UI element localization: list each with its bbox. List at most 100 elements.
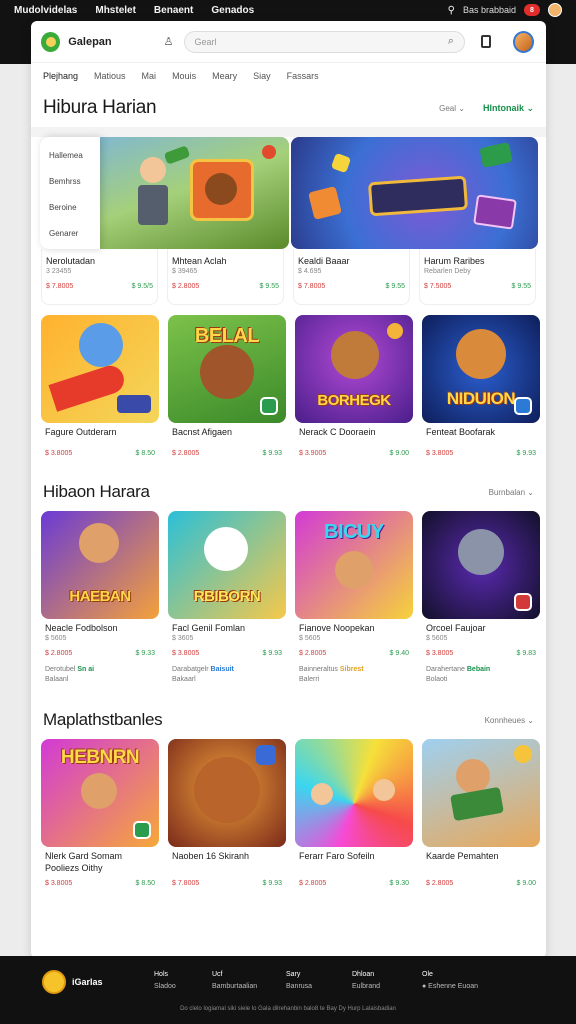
sale-price: $ 9.93 bbox=[262, 650, 282, 657]
game-card[interactable]: Kaarde Pemahten $ 2.8005 $ 9.00 bbox=[422, 739, 540, 891]
game-card[interactable]: Naoben 16 Skiranh $ 7.8005 $ 9.93 bbox=[168, 739, 286, 891]
game-card[interactable]: NIDUION Fenteat Boofarak $ 3.8005 $ 9.93 bbox=[422, 315, 540, 461]
game-card[interactable]: BICUY Fianove Noopekan $ 5605 $ 2.8005 $ … bbox=[295, 511, 413, 685]
game-thumbnail: NIDUION bbox=[422, 315, 540, 423]
character-icon bbox=[79, 523, 119, 563]
character-icon bbox=[456, 329, 506, 379]
game-title: Nerack C Dooraein bbox=[299, 427, 376, 437]
character-icon bbox=[335, 551, 373, 589]
game-card[interactable]: Nerolutadan 3 23455 $ 7.8005 $ 9.5/5 bbox=[41, 249, 158, 305]
footer-column: Hols Sladoo bbox=[154, 969, 176, 993]
game-card[interactable]: Ferarr Faro Sofeiln $ 2.8005 $ 9.30 bbox=[295, 739, 413, 891]
nav-item[interactable]: Fassars bbox=[287, 71, 319, 81]
game-card[interactable]: Mhtean Aclah $ 39465 $ 2.8005 $ 9.55 bbox=[167, 249, 284, 305]
footer-brand[interactable]: iGarlas bbox=[42, 970, 103, 994]
hero-image-right[interactable] bbox=[291, 137, 538, 249]
game-info: Facl Genil Fomlan $ 3605 $ 3.8005 $ 9.93 … bbox=[168, 619, 286, 685]
nav-item[interactable]: Siay bbox=[253, 71, 271, 81]
sort-dropdown[interactable]: Burnbalan ⌄ bbox=[489, 488, 534, 497]
top-right-text[interactable]: Bas brabbaid bbox=[463, 5, 516, 15]
game-subtitle: $ 5605 bbox=[45, 635, 67, 642]
sale-price: $ 9.40 bbox=[389, 650, 409, 657]
sort-dropdown[interactable]: Konnheues ⌄ bbox=[485, 716, 534, 725]
footer-column: Ucf Bamburtaalian bbox=[212, 969, 257, 993]
top-links: Mudolvidelas Mhstelet Benaent Genados bbox=[14, 5, 254, 16]
nav-item[interactable]: Mouis bbox=[172, 71, 196, 81]
character-icon bbox=[311, 783, 333, 805]
game-logo-text: BELAL bbox=[194, 325, 260, 347]
category-item[interactable]: Hallemea bbox=[40, 143, 100, 169]
user-icon[interactable]: ♙ bbox=[164, 35, 174, 48]
category-item[interactable]: Genarer bbox=[40, 221, 100, 247]
game-info: Nerack C Dooraein $ 3.9005 $ 9.00 bbox=[295, 423, 413, 461]
footer-column: Dhloan Eulbrand bbox=[352, 969, 380, 993]
price: $ 3.8005 bbox=[45, 880, 73, 887]
price: $ 2.8005 bbox=[172, 283, 200, 290]
category-item[interactable]: Bemhrss bbox=[40, 169, 100, 195]
meta-tag: Bebain bbox=[466, 666, 491, 673]
game-info: Orcoel Faujoar $ 5605 $ 3.8005 $ 9.83 Dar… bbox=[422, 619, 540, 685]
game-card[interactable]: Harum Raribes Rebarlen Deby $ 7.5005 $ 9.… bbox=[419, 249, 536, 305]
character-icon bbox=[458, 529, 504, 575]
footer-link[interactable]: Banrusa bbox=[286, 981, 312, 993]
game-card[interactable]: BELAL Bacnst Afigaen $ 2.8005 $ 9.93 bbox=[168, 315, 286, 461]
meta-tag: Baisuit bbox=[210, 666, 234, 673]
game-title: Neacle Fodbolson bbox=[45, 623, 118, 633]
footer-heading: Dhloan bbox=[352, 971, 375, 978]
coin-icon bbox=[514, 745, 532, 763]
footer-link[interactable]: Sladoo bbox=[154, 981, 176, 993]
game-card[interactable]: Fagure Outderarn $ 3.8005 $ 8.50 bbox=[41, 315, 159, 461]
badge-icon bbox=[260, 397, 278, 415]
filter-dropdown[interactable]: Hlntonaik ⌄ bbox=[483, 103, 534, 114]
character-body bbox=[450, 786, 504, 822]
top-link[interactable]: Benaent bbox=[154, 5, 193, 16]
search-input[interactable]: Gearl ⌕ bbox=[183, 30, 465, 53]
top-link[interactable]: Genados bbox=[211, 5, 254, 16]
nav-item[interactable]: Mai bbox=[142, 71, 157, 81]
nav-item[interactable]: Plejhang bbox=[43, 71, 78, 81]
game-thumbnail: BELAL bbox=[168, 315, 286, 423]
game-card[interactable]: Kealdi Baaar $ 4.695 $ 7.8005 $ 9.55 bbox=[293, 249, 410, 305]
game-card[interactable]: Orcoel Faujoar $ 5605 $ 3.8005 $ 9.83 Dar… bbox=[422, 511, 540, 685]
notification-badge[interactable]: 8 bbox=[524, 4, 540, 16]
top-link[interactable]: Mudolvidelas bbox=[14, 5, 77, 16]
footer-link[interactable]: Eulbrand bbox=[352, 981, 380, 993]
bear-icon bbox=[194, 757, 260, 823]
footer-link[interactable]: Bamburtaalian bbox=[212, 981, 257, 993]
header: Galepan ♙ Gearl ⌕ bbox=[31, 21, 546, 63]
avatar[interactable] bbox=[512, 30, 534, 53]
game-card[interactable]: RBIBORN Facl Genil Fomlan $ 3605 $ 3.800… bbox=[168, 511, 286, 685]
search-icon[interactable]: ⌕ bbox=[448, 35, 454, 48]
gem-icon bbox=[330, 152, 352, 174]
brand-name[interactable]: Galepan bbox=[68, 36, 111, 48]
sort-dropdown[interactable]: Geal ⌄ bbox=[439, 104, 465, 113]
meta-sub: Balerri bbox=[299, 676, 320, 683]
game-thumbnail: BORHEGK bbox=[295, 315, 413, 423]
device-icon[interactable] bbox=[480, 35, 491, 48]
brand-logo-icon[interactable] bbox=[41, 31, 61, 52]
badge-icon bbox=[514, 397, 532, 415]
sale-price: $ 9.5/5 bbox=[131, 283, 153, 290]
game-info: Naoben 16 Skiranh $ 7.8005 $ 9.93 bbox=[168, 847, 286, 891]
nav-item[interactable]: Matious bbox=[94, 71, 126, 81]
nav-item[interactable]: Meary bbox=[212, 71, 237, 81]
section-title: Hibura Harian bbox=[43, 97, 157, 118]
bear-icon bbox=[331, 331, 379, 379]
game-card[interactable]: BORHEGK Nerack C Dooraein $ 3.9005 $ 9.00 bbox=[295, 315, 413, 461]
game-card[interactable]: HAEBAN Neacle Fodbolson $ 5605 $ 2.8005 $… bbox=[41, 511, 159, 685]
top-bar: Mudolvidelas Mhstelet Benaent Genados ⚲ … bbox=[0, 0, 576, 20]
sale-price: $ 9.30 bbox=[389, 880, 409, 887]
game-card[interactable]: HEBNRN Nlerk Gard Somam Pooliezs Oithy $… bbox=[41, 739, 159, 891]
top-link[interactable]: Mhstelet bbox=[95, 5, 136, 16]
top-right: ⚲ Bas brabbaid 8 bbox=[448, 3, 562, 17]
game-row: Fagure Outderarn $ 3.8005 $ 8.50 BELAL Ba… bbox=[31, 315, 546, 461]
kid-icon bbox=[140, 157, 166, 183]
category-item[interactable]: Beroine bbox=[40, 195, 100, 221]
game-info: Mhtean Aclah $ 39465 $ 2.8005 $ 9.55 bbox=[167, 249, 284, 305]
mini-avatar[interactable] bbox=[548, 3, 562, 17]
game-title: Orcoel Faujoar bbox=[426, 623, 486, 633]
footer-link[interactable]: ● Eshenne Euoan bbox=[422, 981, 478, 993]
footer-column: Sary Banrusa bbox=[286, 969, 312, 993]
